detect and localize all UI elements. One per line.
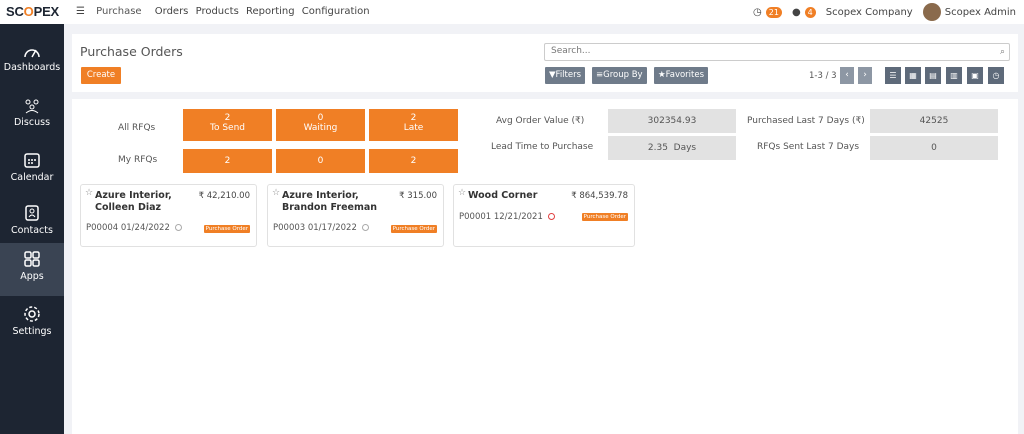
card-partner: Azure Interior, Colleen Diaz <box>95 190 172 213</box>
sidebar-item-label: Dashboards <box>3 62 61 73</box>
activity-badge: 21 <box>765 6 782 18</box>
late-card[interactable]: 2 Late <box>369 109 458 141</box>
sidebar-item-label: Apps <box>20 271 44 282</box>
message-badge: 4 <box>804 6 816 18</box>
activity-view-button[interactable]: ◷ <box>988 67 1004 84</box>
sidebar-item-dashboards[interactable]: Dashboards <box>0 38 64 91</box>
purchased-last7-value: 42525 <box>870 109 998 133</box>
sidebar-item-calendar[interactable]: Calendar <box>0 144 64 197</box>
pager-previous-button[interactable]: ‹ <box>840 67 854 84</box>
menu-products[interactable]: Products <box>196 6 239 17</box>
list-view-button[interactable]: ☰ <box>885 67 901 84</box>
contacts-icon <box>25 205 39 221</box>
my-rfqs-label: My RFQs <box>118 155 158 165</box>
menu-reporting[interactable]: Reporting <box>246 6 295 17</box>
card-partner: Azure Interior, Brandon Freeman <box>282 190 378 213</box>
apps-icon <box>24 251 40 267</box>
status-badge: Purchase Order <box>203 225 250 233</box>
calendar-view-button[interactable]: ▣ <box>967 67 983 84</box>
sidebar-item-label: Discuss <box>13 117 51 128</box>
page-title: Purchase Orders <box>80 44 183 59</box>
search-icon[interactable]: ⌕ <box>1000 47 1005 57</box>
filters-button[interactable]: ▼Filters <box>545 67 586 84</box>
favorites-button[interactable]: ★Favorites <box>654 67 709 84</box>
menu-configuration[interactable]: Configuration <box>302 6 370 17</box>
sidebar-item-discuss[interactable]: Discuss <box>0 91 64 144</box>
sidebar-item-settings[interactable]: Settings <box>0 298 64 351</box>
scopex-logo[interactable]: SCOPEX <box>0 0 64 24</box>
avatar[interactable] <box>922 3 941 21</box>
card-reference: P00001 12/21/2021 <box>459 212 555 222</box>
status-badge: Purchase Order <box>390 225 437 233</box>
group-by-button[interactable]: ≡Group By <box>592 67 647 84</box>
control-panel: Purchase Orders Create Search... ⌕ ▼Filt… <box>72 34 1018 92</box>
kanban-content: All RFQs My RFQs 2 To Send 0 Waiting 2 L… <box>72 99 1018 434</box>
pager-next-button[interactable]: › <box>858 67 872 84</box>
purchased-last7-label: Purchased Last 7 Days (₹) <box>747 116 865 126</box>
search-placeholder: Search... <box>551 46 591 56</box>
gear-icon <box>24 306 40 322</box>
my-waiting-card[interactable]: 0 <box>276 149 365 173</box>
company-switcher[interactable]: Scopex Company <box>826 7 913 18</box>
waiting-card[interactable]: 0 Waiting <box>276 109 365 141</box>
card-reference: P00004 01/24/2022 <box>86 223 182 233</box>
sidebar-item-apps[interactable]: Apps <box>0 243 64 296</box>
top-navbar: ☰ Purchase Orders Products Reporting Con… <box>64 0 1024 24</box>
sidebar-item-label: Settings <box>12 326 52 337</box>
lead-time-label: Lead Time to Purchase <box>491 142 594 152</box>
star-icon[interactable]: ☆ <box>85 188 93 198</box>
discuss-icon <box>25 99 39 114</box>
star-icon[interactable]: ☆ <box>458 188 466 198</box>
all-rfqs-label: All RFQs <box>118 123 156 133</box>
rfqs-sent-value: 0 <box>870 136 998 160</box>
user-menu[interactable]: Scopex Admin <box>945 7 1016 18</box>
rfqs-sent-label: RFQs Sent Last 7 Days <box>757 142 860 152</box>
avg-order-value: 302354.93 <box>608 109 736 133</box>
status-badge: Purchase Order <box>581 213 628 221</box>
grid-view-button[interactable]: ▤ <box>925 67 941 84</box>
star-icon: ★ <box>658 70 666 80</box>
sidebar-item-label: Contacts <box>11 225 53 236</box>
graph-view-button[interactable]: ▥ <box>946 67 962 84</box>
app-name[interactable]: Purchase <box>96 6 141 17</box>
clock-icon[interactable] <box>361 224 369 231</box>
clock-icon[interactable] <box>174 224 182 231</box>
kanban-card[interactable]: ☆ Wood Corner ₹ 864,539.78 P00001 12/21/… <box>453 184 635 247</box>
kanban-view-button[interactable]: ▦ <box>905 67 921 84</box>
my-late-card[interactable]: 2 <box>369 149 458 173</box>
create-button[interactable]: Create <box>81 67 121 84</box>
card-partner: Wood Corner <box>468 190 538 201</box>
search-input[interactable]: Search... ⌕ <box>544 43 1010 61</box>
kanban-card[interactable]: ☆ Azure Interior, Colleen Diaz ₹ 42,210.… <box>80 184 257 247</box>
to-send-card[interactable]: 2 To Send <box>183 109 272 141</box>
star-icon[interactable]: ☆ <box>272 188 280 198</box>
gauge-icon <box>24 49 40 58</box>
calendar-icon <box>24 153 40 168</box>
lead-time-value: 2.35 Days <box>608 136 736 160</box>
clock-icon[interactable] <box>547 213 555 220</box>
avg-order-value-label: Avg Order Value (₹) <box>496 116 585 126</box>
card-amount: ₹ 42,210.00 <box>198 191 250 201</box>
sidebar: SCOPEX Dashboards Discuss Calendar Conta… <box>0 0 64 434</box>
card-amount: ₹ 864,539.78 <box>571 191 628 201</box>
hamburger-icon[interactable]: ☰ <box>76 6 85 17</box>
my-to-send-card[interactable]: 2 <box>183 149 272 173</box>
clock-icon[interactable]: ◷ <box>753 7 762 18</box>
chat-icon[interactable]: ● <box>792 7 801 18</box>
sidebar-item-label: Calendar <box>10 172 54 183</box>
menu-orders[interactable]: Orders <box>155 6 189 17</box>
card-amount: ₹ 315.00 <box>399 191 437 201</box>
card-reference: P00003 01/17/2022 <box>273 223 369 233</box>
pager-value[interactable]: 1-3 / 3 <box>809 71 837 81</box>
kanban-card[interactable]: ☆ Azure Interior, Brandon Freeman ₹ 315.… <box>267 184 444 247</box>
